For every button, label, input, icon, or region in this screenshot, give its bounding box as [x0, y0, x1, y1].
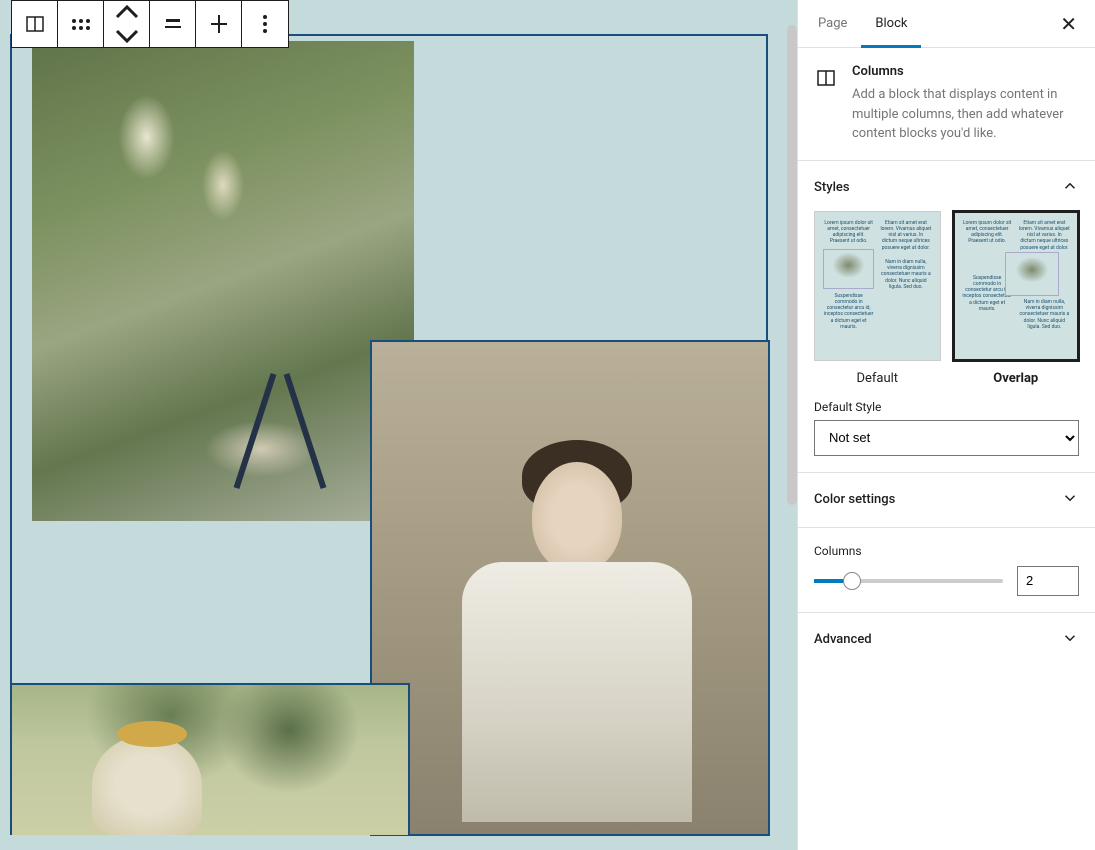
align-icon[interactable]: [150, 1, 196, 47]
image-picnic[interactable]: [10, 683, 410, 835]
thumb-text: Nam in diam nulla, viverra dignissim con…: [880, 259, 931, 290]
drag-handle-icon[interactable]: [58, 1, 104, 47]
default-style-select[interactable]: Not set: [814, 420, 1079, 456]
settings-sidebar: Page Block ✕ Columns Add a block that di…: [797, 0, 1095, 850]
editor-canvas[interactable]: [0, 0, 797, 850]
panel-columns: Columns: [798, 528, 1095, 613]
block-description: Add a block that displays content in mul…: [852, 85, 1079, 144]
tab-page[interactable]: Page: [804, 0, 861, 48]
columns-label: Columns: [814, 544, 1079, 558]
panel-color-toggle[interactable]: Color settings: [814, 489, 1079, 511]
editor-scrollbar[interactable]: [787, 25, 797, 505]
panel-styles-toggle[interactable]: Styles: [814, 177, 1079, 199]
panel-advanced-title: Advanced: [814, 632, 872, 647]
sidebar-tabs: Page Block ✕: [798, 0, 1095, 48]
image-portrait[interactable]: [370, 340, 770, 836]
tree-icon: [823, 249, 874, 289]
panel-advanced-toggle[interactable]: Advanced: [814, 629, 1079, 651]
tree-icon: [1005, 252, 1059, 296]
style-option-overlap[interactable]: Lorem ipsum dolor sit amet, consectetuer…: [953, 211, 1080, 386]
block-card: Columns Add a block that displays conten…: [798, 48, 1095, 161]
thumb-text: Etiam sit amet erat lorem. Vivamus aliqu…: [1019, 220, 1070, 251]
columns-block-icon[interactable]: [12, 1, 58, 47]
columns-block[interactable]: [10, 34, 768, 834]
panel-color-settings: Color settings: [798, 473, 1095, 528]
panel-styles: Styles Lorem ipsum dolor sit amet, conse…: [798, 161, 1095, 473]
columns-input[interactable]: [1017, 566, 1079, 596]
close-sidebar-icon[interactable]: ✕: [1048, 12, 1089, 36]
style-label-overlap: Overlap: [953, 371, 1080, 386]
thumb-text: Lorem ipsum dolor sit amet, consectetuer…: [823, 220, 874, 245]
panel-color-title: Color settings: [814, 492, 895, 507]
default-style-label: Default Style: [814, 400, 1079, 414]
vertical-align-icon[interactable]: [196, 1, 242, 47]
panel-advanced: Advanced: [798, 613, 1095, 667]
tab-block[interactable]: Block: [861, 0, 921, 48]
style-option-default[interactable]: Lorem ipsum dolor sit amet, consectetuer…: [814, 211, 941, 386]
columns-slider[interactable]: [814, 579, 1003, 583]
panel-styles-title: Styles: [814, 180, 850, 195]
thumb-text: Lorem ipsum dolor sit amet, consectetuer…: [962, 220, 1013, 245]
block-title: Columns: [852, 64, 1079, 79]
thumb-text: Nam in diam nulla, viverra dignissim con…: [1019, 299, 1070, 330]
thumb-text: Etiam sit amet erat lorem. Vivamus aliqu…: [880, 220, 931, 251]
more-options-icon[interactable]: [242, 1, 288, 47]
columns-icon: [814, 66, 838, 144]
move-up-down-icon[interactable]: [104, 1, 150, 47]
chevron-up-icon: [1061, 177, 1079, 199]
chevron-down-icon: [1061, 629, 1079, 651]
style-label-default: Default: [814, 371, 941, 386]
thumb-text: Suspendisse commodo in consectetur arcu …: [823, 293, 874, 331]
chevron-down-icon: [1061, 489, 1079, 511]
image-garden[interactable]: [32, 41, 414, 521]
block-toolbar: [11, 0, 289, 48]
